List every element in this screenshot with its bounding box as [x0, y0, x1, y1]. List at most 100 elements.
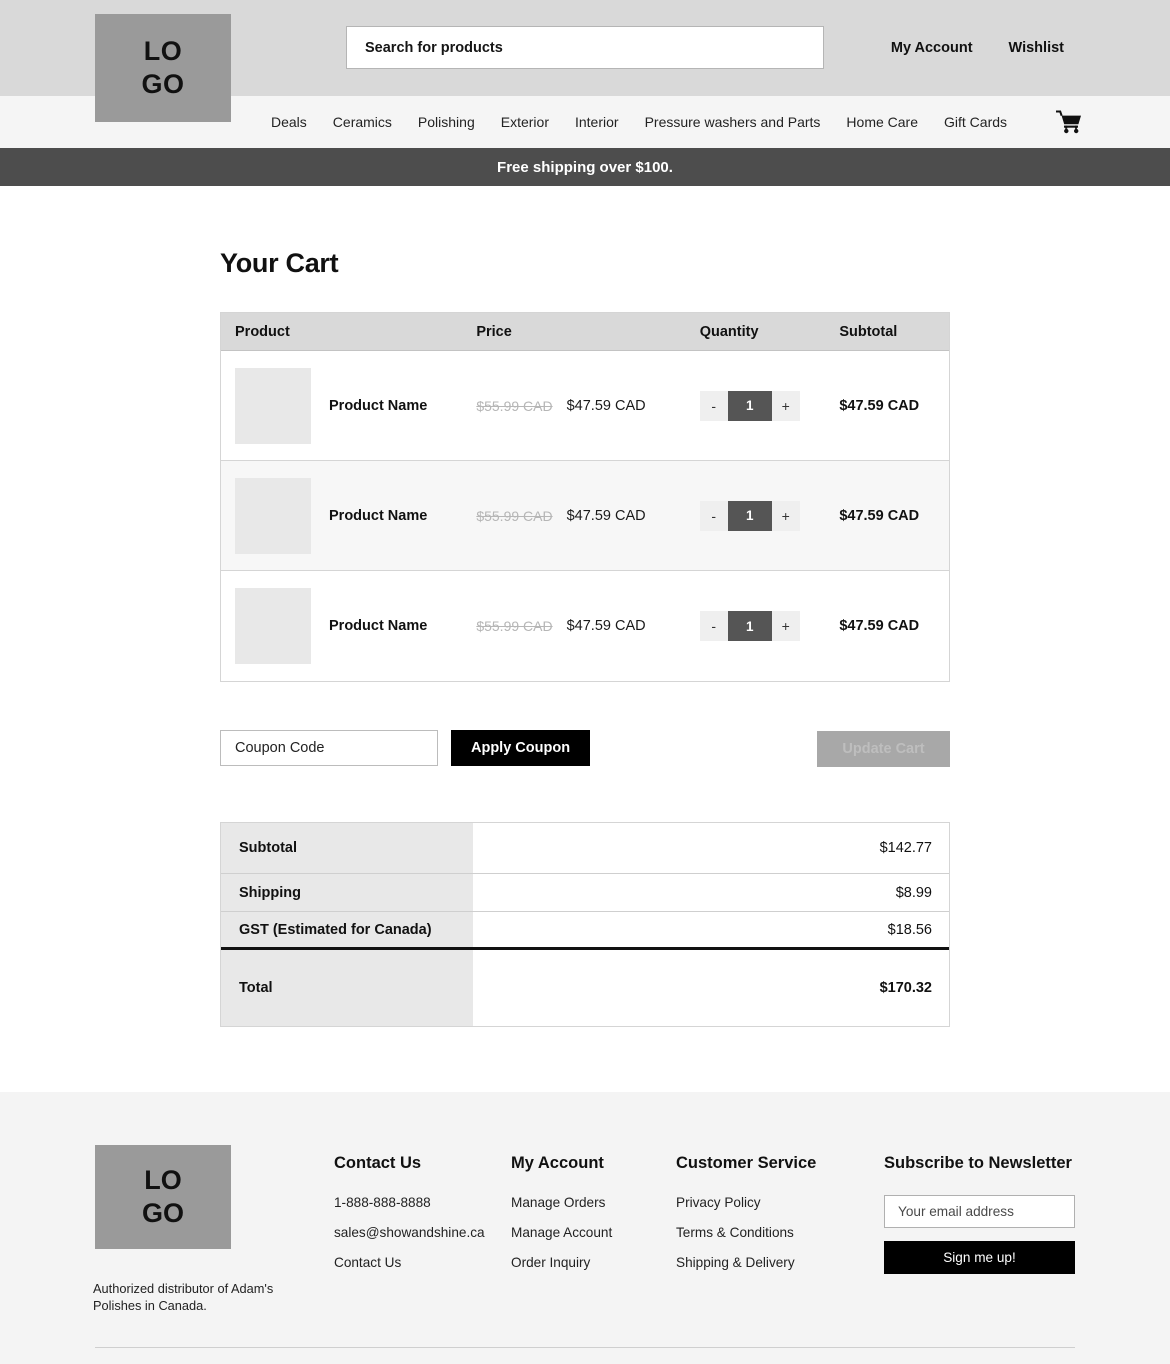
- footer-logo-line-1: LO: [144, 1165, 182, 1196]
- quantity-stepper: - 1 +: [699, 500, 800, 531]
- my-account-link[interactable]: My Account: [891, 40, 973, 56]
- newsletter-email-input[interactable]: [884, 1195, 1075, 1228]
- footer-column-contact: Contact Us 1-888-888-8888 sales@showands…: [334, 1154, 485, 1285]
- cart-price-cell: $55.99 CAD $47.59 CAD: [476, 618, 699, 634]
- cart-totals-table: Subtotal $142.77 Shipping $8.99 GST (Est…: [220, 822, 950, 1027]
- cart-price-cell: $55.99 CAD $47.59 CAD: [476, 508, 699, 524]
- site-footer: LO GO Contact Us 1-888-888-8888 sales@sh…: [0, 1092, 1170, 1364]
- search-input[interactable]: [346, 26, 824, 69]
- table-row: Product Name $55.99 CAD $47.59 CAD - 1 +…: [221, 571, 949, 681]
- footer-column-newsletter: Subscribe to Newsletter Sign me up!: [884, 1154, 1075, 1274]
- footer-column-service: Customer Service Privacy Policy Terms & …: [676, 1154, 816, 1285]
- sale-price: $47.59 CAD: [566, 618, 646, 634]
- logo-line-2: GO: [141, 69, 185, 99]
- original-price: $55.99 CAD: [476, 618, 553, 634]
- subtotal-value: $142.77: [473, 823, 949, 874]
- quantity-decrease-button[interactable]: -: [700, 501, 728, 531]
- row-subtotal: $47.59 CAD: [839, 618, 920, 634]
- total-value: $170.32: [879, 980, 932, 996]
- footer-link-privacy-policy[interactable]: Privacy Policy: [676, 1195, 816, 1210]
- footer-heading-service: Customer Service: [676, 1154, 817, 1172]
- promo-banner: Free shipping over $100.: [0, 148, 1170, 186]
- column-header-quantity: Quantity: [699, 323, 759, 340]
- totals-row-shipping: Shipping $8.99: [221, 874, 949, 912]
- footer-heading-contact: Contact Us: [334, 1154, 422, 1172]
- column-header-price: Price: [476, 323, 512, 340]
- cart-product-cell: Product Name: [221, 477, 476, 554]
- shopping-cart-icon[interactable]: [1055, 110, 1082, 134]
- footer-link-phone[interactable]: 1-888-888-8888: [334, 1195, 485, 1210]
- footer-tagline: Authorized distributor of Adam's Polishe…: [93, 1281, 274, 1314]
- wishlist-link[interactable]: Wishlist: [1009, 40, 1064, 56]
- nav-item-pressure-washers-and-parts[interactable]: Pressure washers and Parts: [645, 114, 821, 130]
- nav-item-interior[interactable]: Interior: [575, 114, 619, 130]
- logo-line-1: LO: [143, 36, 183, 67]
- quantity-decrease-button[interactable]: -: [700, 611, 728, 641]
- quantity-decrease-button[interactable]: -: [700, 391, 728, 421]
- quantity-increase-button[interactable]: +: [772, 391, 800, 421]
- nav-item-exterior[interactable]: Exterior: [501, 114, 549, 130]
- column-header-product: Product: [235, 323, 290, 340]
- main-content: Your Cart Product Price Quantity Subtota…: [0, 186, 1170, 1092]
- shipping-value: $8.99: [473, 874, 949, 912]
- quantity-value[interactable]: 1: [727, 390, 772, 421]
- coupon-code-input[interactable]: [220, 730, 438, 766]
- site-header: LO GO My Account Wishlist: [0, 0, 1170, 122]
- quantity-increase-button[interactable]: +: [772, 611, 800, 641]
- shipping-label: Shipping: [221, 874, 473, 912]
- search-container: [346, 26, 824, 69]
- cart-table: Product Price Quantity Subtotal Product …: [220, 312, 950, 682]
- cart-product-cell: Product Name: [221, 588, 476, 664]
- footer-link-order-inquiry[interactable]: Order Inquiry: [511, 1255, 612, 1270]
- subtotal-label: Subtotal: [221, 823, 473, 874]
- quantity-value[interactable]: 1: [727, 500, 772, 531]
- footer-link-contact-us[interactable]: Contact Us: [334, 1255, 485, 1270]
- gst-label: GST (Estimated for Canada): [221, 912, 473, 950]
- coupon-section: Apply Coupon Update Cart: [220, 730, 950, 767]
- footer-logo[interactable]: LO GO: [95, 1145, 231, 1249]
- quantity-stepper: - 1 +: [699, 390, 800, 421]
- quantity-increase-button[interactable]: +: [772, 501, 800, 531]
- column-header-subtotal: Subtotal: [839, 323, 898, 340]
- product-name[interactable]: Product Name: [329, 398, 427, 414]
- nav-item-gift-cards[interactable]: Gift Cards: [944, 114, 1007, 130]
- newsletter-signup-button[interactable]: Sign me up!: [884, 1241, 1075, 1274]
- cart-quantity-cell: - 1 +: [699, 611, 840, 641]
- footer-link-email[interactable]: sales@showandshine.ca: [334, 1225, 485, 1240]
- product-thumbnail: [235, 477, 311, 554]
- footer-heading-account: My Account: [511, 1154, 604, 1172]
- cart-table-header: Product Price Quantity Subtotal: [221, 313, 949, 351]
- sale-price: $47.59 CAD: [566, 397, 646, 414]
- apply-coupon-button[interactable]: Apply Coupon: [451, 730, 591, 766]
- totals-row-subtotal: Subtotal $142.77: [221, 823, 949, 874]
- nav-item-polishing[interactable]: Polishing: [418, 114, 475, 130]
- cart-quantity-cell: - 1 +: [699, 500, 840, 531]
- header-logo[interactable]: LO GO: [95, 14, 231, 122]
- row-subtotal: $47.59 CAD: [839, 507, 920, 524]
- totals-row-total: Total $170.32: [221, 950, 949, 1026]
- footer-link-manage-orders[interactable]: Manage Orders: [511, 1195, 612, 1210]
- quantity-value[interactable]: 1: [727, 611, 772, 641]
- footer-link-shipping-delivery[interactable]: Shipping & Delivery: [676, 1255, 816, 1270]
- nav-item-ceramics[interactable]: Ceramics: [333, 114, 392, 130]
- total-label: Total: [221, 950, 473, 1026]
- nav-item-home-care[interactable]: Home Care: [846, 114, 918, 130]
- table-row: Product Name $55.99 CAD $47.59 CAD - 1 +…: [221, 461, 949, 571]
- totals-row-gst: GST (Estimated for Canada) $18.56: [221, 912, 949, 950]
- product-name[interactable]: Product Name: [329, 618, 427, 634]
- footer-divider: [95, 1347, 1075, 1348]
- cart-price-cell: $55.99 CAD $47.59 CAD: [476, 398, 699, 414]
- gst-value: $18.56: [473, 912, 949, 950]
- footer-link-manage-account[interactable]: Manage Account: [511, 1225, 612, 1240]
- row-subtotal: $47.59 CAD: [839, 397, 920, 414]
- update-cart-button: Update Cart: [817, 731, 950, 767]
- promo-text: Free shipping over $100.: [497, 158, 673, 176]
- footer-link-terms-conditions[interactable]: Terms & Conditions: [676, 1225, 816, 1240]
- nav-item-list: Deals Ceramics Polishing Exterior Interi…: [271, 114, 1007, 130]
- table-row: Product Name $55.99 CAD $47.59 CAD - 1 +…: [221, 351, 949, 461]
- header-account-links: My Account Wishlist: [891, 40, 1064, 56]
- sale-price: $47.59 CAD: [566, 507, 646, 524]
- product-name[interactable]: Product Name: [329, 508, 427, 524]
- nav-item-deals[interactable]: Deals: [271, 114, 307, 130]
- original-price: $55.99 CAD: [476, 507, 553, 524]
